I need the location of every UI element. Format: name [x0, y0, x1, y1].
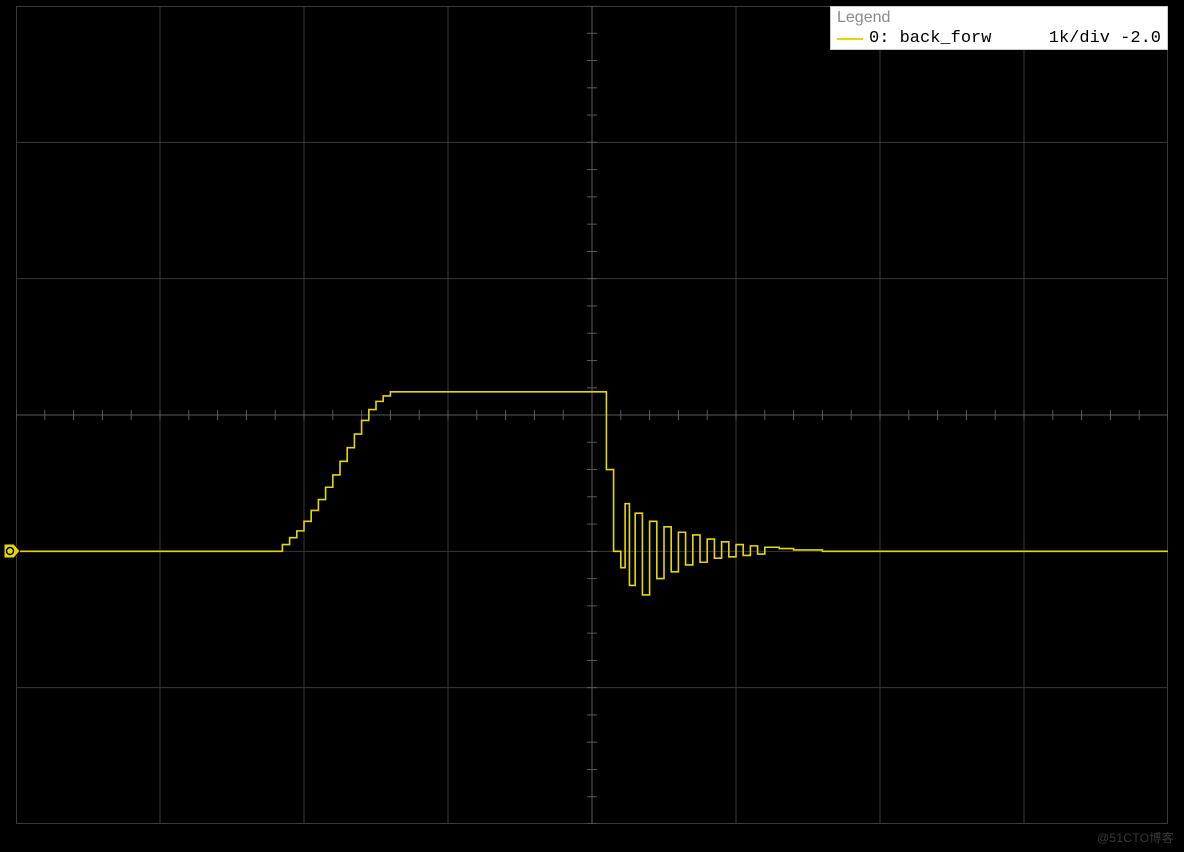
- legend-item-label: 0: back_forw: [869, 29, 991, 48]
- legend-swatch-icon: [837, 38, 863, 40]
- scope-svg: [16, 6, 1168, 824]
- legend-title: Legend: [831, 7, 1167, 29]
- oscilloscope-display: Legend 0: back_forw 1k/div -2.0: [16, 6, 1168, 824]
- legend-item-scale: 1k/div -2.0: [1049, 29, 1161, 48]
- legend-item-text: 0: back_forw 1k/div -2.0: [869, 29, 1161, 48]
- channel-marker-icon[interactable]: [4, 544, 20, 558]
- legend-panel[interactable]: Legend 0: back_forw 1k/div -2.0: [830, 6, 1168, 50]
- watermark-text: @51CTO博客: [1097, 829, 1174, 846]
- legend-item-0[interactable]: 0: back_forw 1k/div -2.0: [831, 29, 1167, 50]
